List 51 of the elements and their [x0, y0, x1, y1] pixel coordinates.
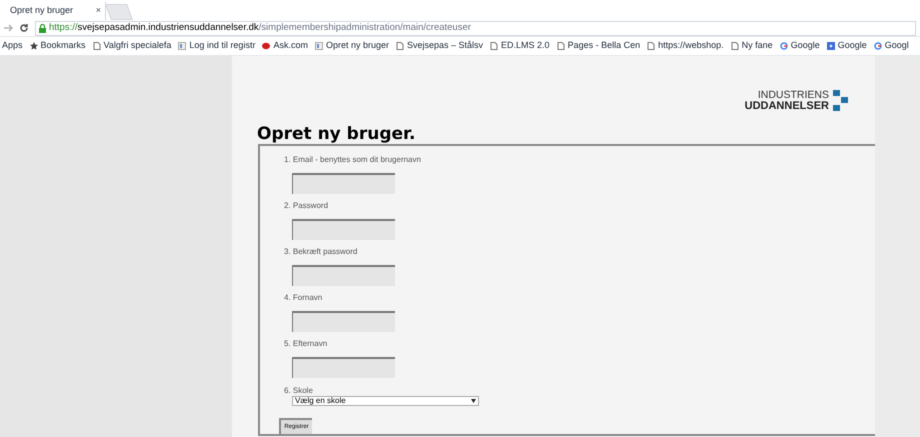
- tab-title: Opret ny bruger: [10, 4, 74, 18]
- lock-icon: [39, 24, 46, 32]
- bookmark[interactable]: Apps: [2, 39, 23, 53]
- bookmark[interactable]: Ask.com: [273, 39, 308, 53]
- input-field[interactable]: [292, 173, 395, 194]
- input-field[interactable]: [292, 265, 395, 286]
- site-icon: [314, 42, 323, 50]
- input-field[interactable]: [292, 357, 395, 378]
- bookmark[interactable]: Google: [838, 39, 867, 53]
- page-heading: Opret ny bruger.: [257, 124, 416, 144]
- field-label: 4. Fornavn: [284, 293, 324, 303]
- bookmark[interactable]: Log ind til registr: [189, 39, 256, 53]
- page-icon: [730, 42, 739, 50]
- forward-icon[interactable]: [4, 24, 13, 32]
- bookmark[interactable]: Opret ny bruger: [326, 39, 389, 53]
- tab-close-button[interactable]: ×: [96, 4, 101, 18]
- page-icon: [396, 42, 404, 50]
- url-text: https://svejsepasadmin.industriensuddannelser.dk/simplemembershipadministration/main/createuser: [49, 20, 471, 35]
- google-icon: [780, 42, 788, 50]
- bookmark[interactable]: Valgfri specialefa: [104, 39, 172, 53]
- input-field[interactable]: [292, 311, 395, 332]
- field-label: 1. Email - benyttes som dit brugernavn: [284, 155, 422, 165]
- bookmark[interactable]: ED.LMS 2.0: [501, 39, 550, 53]
- reload-icon[interactable]: [19, 23, 29, 33]
- input-field[interactable]: [292, 219, 395, 240]
- bookmark[interactable]: Google: [790, 39, 820, 53]
- field-label: 2. Password: [284, 201, 330, 211]
- page-icon: [92, 42, 101, 50]
- logo-text: UDDANNELSER: [744, 101, 829, 112]
- google-icon: [874, 42, 882, 50]
- logo-mark-icon: [833, 90, 849, 112]
- dropdown-arrow-icon: [471, 399, 476, 404]
- field-label: 5. Efternavn: [284, 339, 328, 349]
- field-label: 3. Bekræft password: [284, 247, 358, 257]
- bookmark[interactable]: Bookmarks: [40, 39, 86, 53]
- page-icon: [647, 42, 656, 50]
- ask-icon: [262, 42, 270, 50]
- bookmark[interactable]: Googl: [884, 39, 909, 53]
- logo-text: INDUSTRIENS: [758, 90, 829, 101]
- google-icon: [826, 42, 835, 50]
- bookmark[interactable]: Pages - Bella Cen: [568, 39, 640, 53]
- address-bar[interactable]: https://svejsepasadmin.industriensuddannelser.dk/simplemembershipadministration/main/createuser: [35, 20, 916, 36]
- page-icon: [490, 42, 498, 50]
- site-icon: [178, 42, 186, 50]
- bookmark[interactable]: Svejsepas – Stålsv: [407, 39, 484, 53]
- field-label: 6. Skole: [284, 386, 314, 396]
- school-dropdown[interactable]: Vælg en skole: [292, 396, 479, 406]
- page-icon: [556, 42, 565, 50]
- bookmark[interactable]: https://webshop.: [658, 39, 724, 53]
- star-icon: [30, 42, 38, 50]
- bookmark[interactable]: Ny fane: [742, 39, 773, 53]
